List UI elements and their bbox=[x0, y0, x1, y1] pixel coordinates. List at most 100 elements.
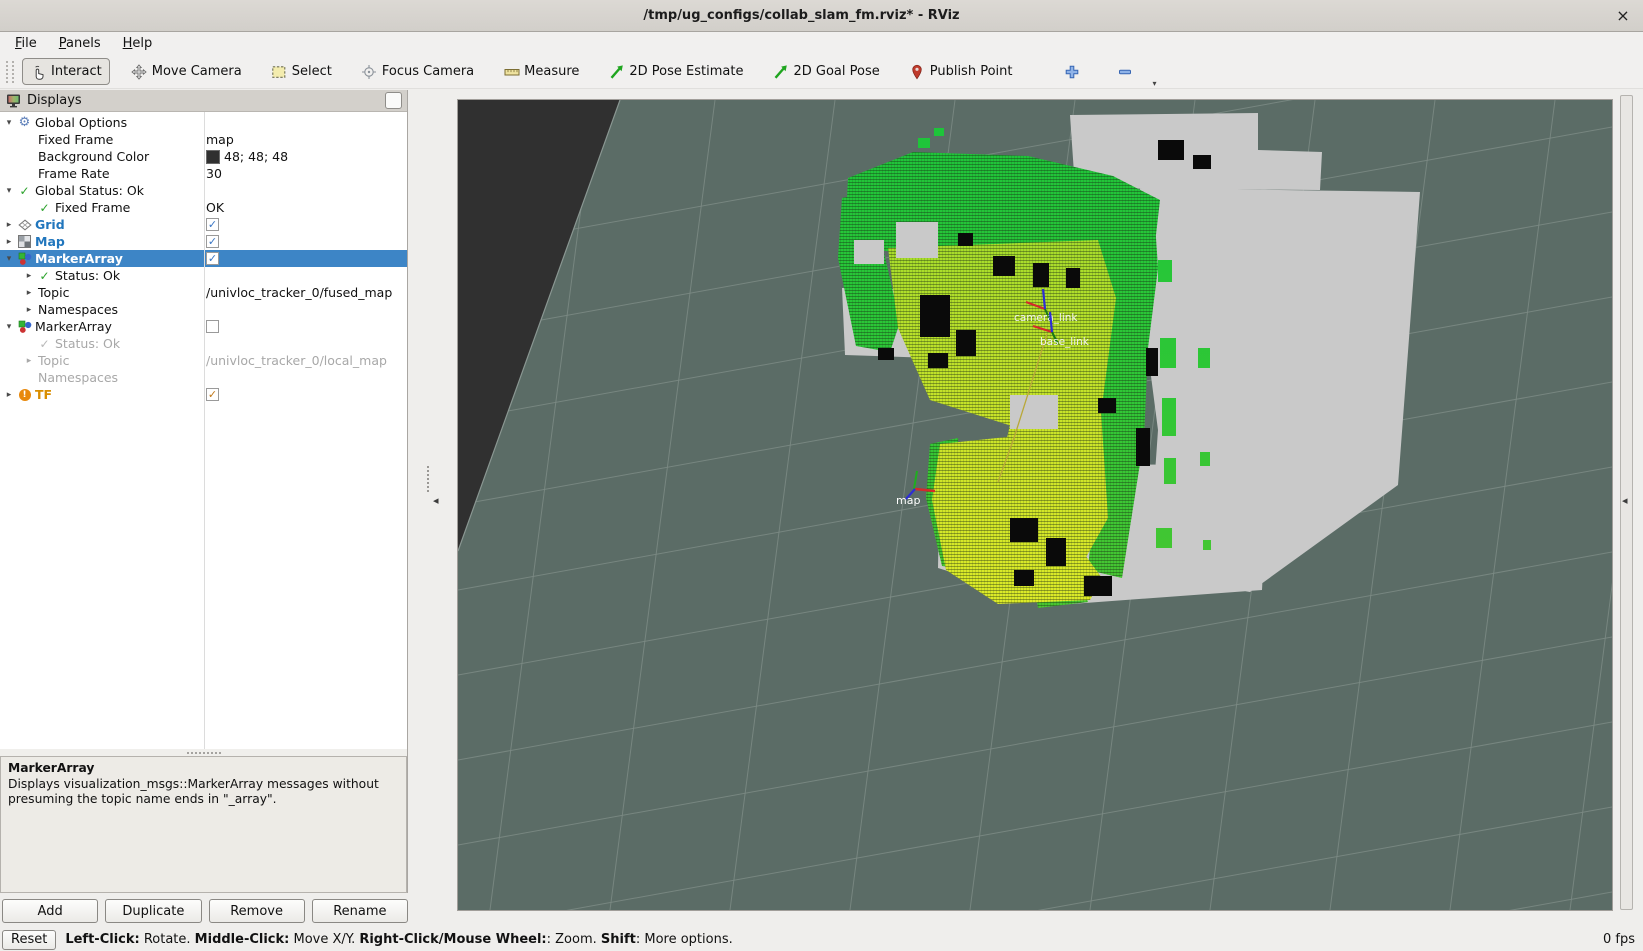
display-row-12-markerarray[interactable]: ▾MarkerArray bbox=[0, 318, 407, 335]
tool-label: Interact bbox=[51, 64, 102, 79]
display-row-8-markerarray[interactable]: ▾ MarkerArray ✓ bbox=[0, 250, 407, 267]
property-value-cell: 30 bbox=[206, 165, 222, 182]
displays-panel-header[interactable]: Displays bbox=[0, 90, 407, 112]
tool-2d-goal-pose[interactable]: 2D Goal Pose bbox=[764, 58, 887, 85]
expander-icon[interactable]: ▾ bbox=[2, 322, 16, 332]
tool-focus-camera[interactable]: Focus Camera bbox=[353, 58, 482, 85]
property-value-cell: /univloc_tracker_0/local_map bbox=[206, 352, 387, 369]
display-row-10-topic[interactable]: ▸Topic/univloc_tracker_0/fused_map bbox=[0, 284, 407, 301]
display-row-4-global-status-ok[interactable]: ▾✓Global Status: Ok bbox=[0, 182, 407, 199]
expander-icon[interactable]: ▾ bbox=[2, 186, 16, 196]
display-row-13-status-ok[interactable]: ✓Status: Ok bbox=[0, 335, 407, 352]
menu-item-help[interactable]: Help bbox=[112, 34, 164, 53]
display-row-11-namespaces[interactable]: ▸Namespaces bbox=[0, 301, 407, 318]
3d-viewport[interactable]: camera_link base_link map bbox=[458, 100, 1612, 910]
display-row-6-grid[interactable]: ▸Grid✓ bbox=[0, 216, 407, 233]
panel-float-button[interactable] bbox=[385, 92, 402, 109]
move-arrows-icon bbox=[131, 63, 148, 80]
display-row-14-topic[interactable]: ▸Topic/univloc_tracker_0/local_map bbox=[0, 352, 407, 369]
add-button[interactable]: Add bbox=[2, 899, 98, 923]
add-tool-button[interactable] bbox=[1055, 58, 1088, 85]
expander-icon[interactable]: ▸ bbox=[22, 356, 36, 366]
rename-button[interactable]: Rename bbox=[312, 899, 408, 923]
description-title: MarkerArray bbox=[8, 761, 399, 777]
property-value[interactable]: /univloc_tracker_0/local_map bbox=[206, 353, 387, 368]
tool-measure[interactable]: Measure bbox=[495, 58, 587, 85]
map-pin-icon bbox=[909, 63, 926, 80]
grid-icon bbox=[16, 218, 33, 232]
expander-icon[interactable]: ▸ bbox=[22, 271, 36, 281]
property-value[interactable]: 30 bbox=[206, 166, 222, 181]
panel-title: Displays bbox=[22, 93, 385, 108]
visibility-checkbox[interactable]: ✓ bbox=[206, 388, 219, 401]
gear-icon: ⚙ bbox=[16, 115, 33, 130]
collapse-right-arrow-icon[interactable]: ◂ bbox=[1622, 494, 1628, 507]
duplicate-button[interactable]: Duplicate bbox=[105, 899, 201, 923]
remove-button[interactable]: Remove bbox=[209, 899, 305, 923]
help-segment: : Zoom. bbox=[547, 932, 601, 947]
help-segment: Middle-Click: bbox=[195, 932, 290, 947]
visibility-checkbox[interactable] bbox=[206, 320, 219, 333]
close-button[interactable]: × bbox=[1603, 6, 1643, 25]
display-row-label: MarkerArray bbox=[33, 251, 123, 266]
panel-resize-handle[interactable] bbox=[427, 466, 431, 492]
expander-icon[interactable]: ▸ bbox=[2, 237, 16, 247]
menu-item-panels[interactable]: Panels bbox=[48, 34, 112, 53]
display-row-15-namespaces[interactable]: Namespaces bbox=[0, 369, 407, 386]
display-row-2-background-color[interactable]: Background Color 48; 48; 48 bbox=[0, 148, 407, 165]
marker-array-icon bbox=[16, 252, 33, 266]
overflow-arrow-icon[interactable]: ▾ bbox=[1152, 79, 1156, 88]
tool-2d-pose-estimate[interactable]: 2D Pose Estimate bbox=[600, 58, 751, 85]
menu-item-file[interactable]: File bbox=[4, 34, 48, 53]
pose-arrow-icon bbox=[608, 63, 625, 80]
map-icon bbox=[16, 235, 33, 248]
property-value-cell: ✓ bbox=[206, 386, 219, 403]
tool-label: Focus Camera bbox=[382, 64, 474, 79]
expander-icon[interactable]: ▾ bbox=[2, 118, 16, 128]
display-row-label: TF bbox=[33, 387, 52, 402]
expander-icon[interactable]: ▾ bbox=[2, 254, 16, 264]
property-value[interactable]: /univloc_tracker_0/fused_map bbox=[206, 285, 392, 300]
description-body: Displays visualization_msgs::MarkerArray… bbox=[8, 777, 399, 808]
display-row-label: Global Status: Ok bbox=[33, 183, 144, 198]
tool-interact[interactable]: Interact bbox=[22, 58, 110, 85]
window-title: /tmp/ug_configs/collab_slam_fm.rviz* - R… bbox=[0, 8, 1603, 23]
visibility-checkbox[interactable]: ✓ bbox=[206, 252, 219, 265]
help-segment: Left-Click: bbox=[65, 932, 139, 947]
rviz-window: /tmp/ug_configs/collab_slam_fm.rviz* - R… bbox=[0, 0, 1643, 951]
display-row-0-global-options[interactable]: ▾⚙Global Options bbox=[0, 114, 407, 131]
property-value[interactable]: map bbox=[206, 132, 234, 147]
collapsed-right-panel-handle[interactable]: ◂ bbox=[1620, 95, 1633, 910]
visibility-checkbox[interactable]: ✓ bbox=[206, 218, 219, 231]
display-row-1-fixed-frame[interactable]: Fixed Framemap bbox=[0, 131, 407, 148]
display-row-label: Frame Rate bbox=[36, 166, 110, 181]
expander-icon[interactable]: ▸ bbox=[22, 305, 36, 315]
display-row-16-tf[interactable]: ▸!TF✓ bbox=[0, 386, 407, 403]
3d-scene: camera_link base_link map bbox=[458, 100, 1612, 910]
check-icon: ✓ bbox=[36, 201, 53, 215]
tool-move-camera[interactable]: Move Camera bbox=[123, 58, 250, 85]
panel-splitter-handle[interactable] bbox=[0, 749, 407, 756]
selection-box-icon bbox=[271, 63, 288, 80]
expander-icon[interactable]: ▸ bbox=[22, 288, 36, 298]
check-icon: ✓ bbox=[36, 269, 53, 283]
property-value-cell: ✓ bbox=[206, 250, 219, 267]
collapse-left-arrow-icon[interactable]: ◂ bbox=[433, 494, 439, 507]
reset-button[interactable]: Reset bbox=[2, 930, 56, 950]
property-value-cell: OK bbox=[206, 199, 224, 216]
display-row-label: Background Color bbox=[36, 149, 149, 164]
display-row-3-frame-rate[interactable]: Frame Rate 30 bbox=[0, 165, 407, 182]
tool-publish-point[interactable]: Publish Point bbox=[901, 58, 1021, 85]
remove-tool-button[interactable]: ▾ bbox=[1108, 58, 1141, 85]
visibility-checkbox[interactable]: ✓ bbox=[206, 235, 219, 248]
expander-icon[interactable]: ▸ bbox=[2, 220, 16, 230]
check-icon: ✓ bbox=[36, 337, 53, 351]
crosshair-icon bbox=[361, 63, 378, 80]
toolbar-drag-handle[interactable] bbox=[6, 61, 14, 83]
tool-select[interactable]: Select bbox=[263, 58, 340, 85]
expander-icon[interactable]: ▸ bbox=[2, 390, 16, 400]
display-row-9-status-ok[interactable]: ▸✓Status: Ok bbox=[0, 267, 407, 284]
display-row-7-map[interactable]: ▸Map✓ bbox=[0, 233, 407, 250]
display-row-5-fixed-frame[interactable]: ✓Fixed FrameOK bbox=[0, 199, 407, 216]
property-value[interactable]: 48; 48; 48 bbox=[224, 149, 288, 164]
